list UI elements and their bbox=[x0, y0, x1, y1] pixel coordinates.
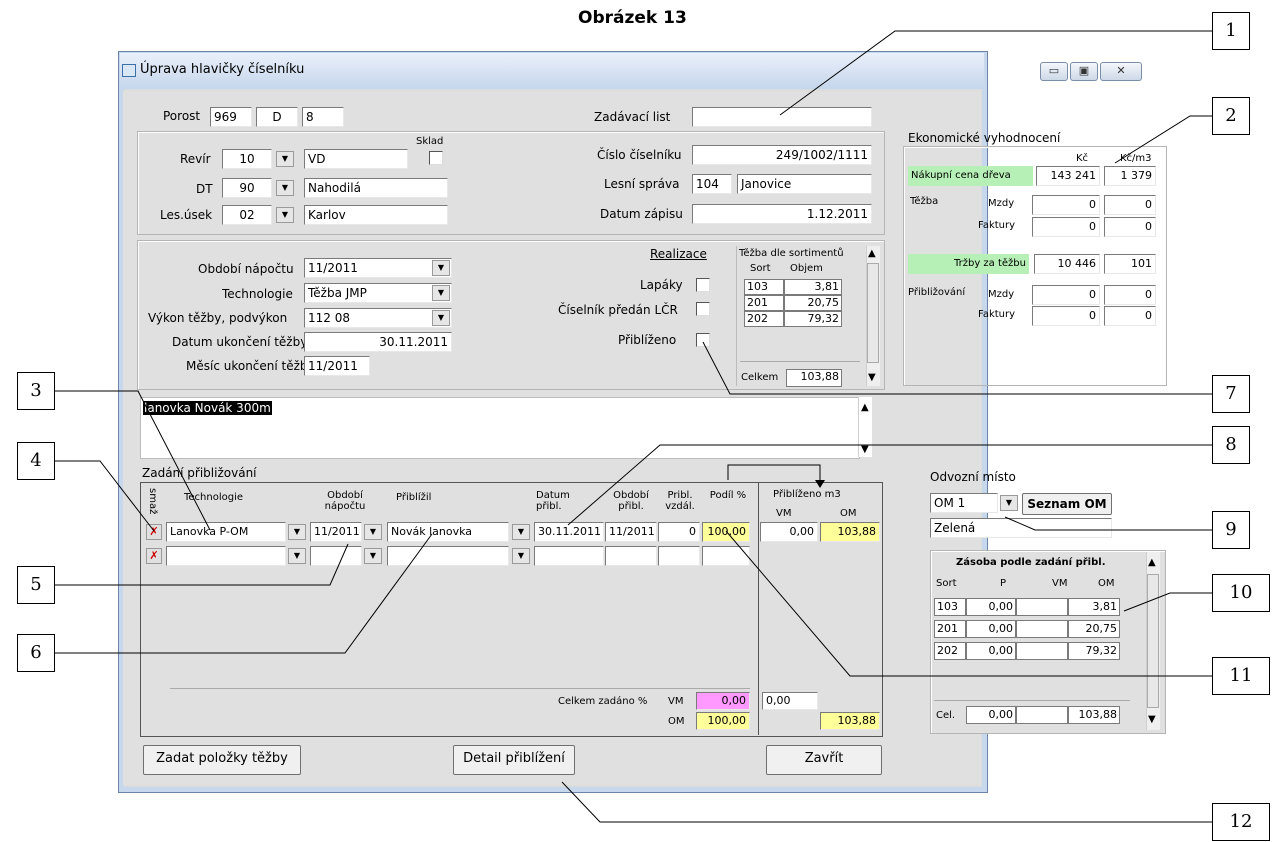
callout-4: 4 bbox=[17, 442, 55, 480]
callout-9: 9 bbox=[1212, 511, 1250, 549]
callout-3: 3 bbox=[17, 372, 55, 410]
callout-8: 8 bbox=[1212, 426, 1250, 464]
callout-5: 5 bbox=[17, 566, 55, 604]
callout-1: 1 bbox=[1212, 12, 1250, 50]
callout-lines bbox=[55, 30, 1212, 823]
callout-11: 11 bbox=[1212, 657, 1270, 695]
callout-12: 12 bbox=[1212, 803, 1270, 841]
callout-7: 7 bbox=[1212, 375, 1250, 413]
callout-10: 10 bbox=[1212, 574, 1270, 612]
callout-6: 6 bbox=[17, 634, 55, 672]
callout-2: 2 bbox=[1212, 97, 1250, 135]
